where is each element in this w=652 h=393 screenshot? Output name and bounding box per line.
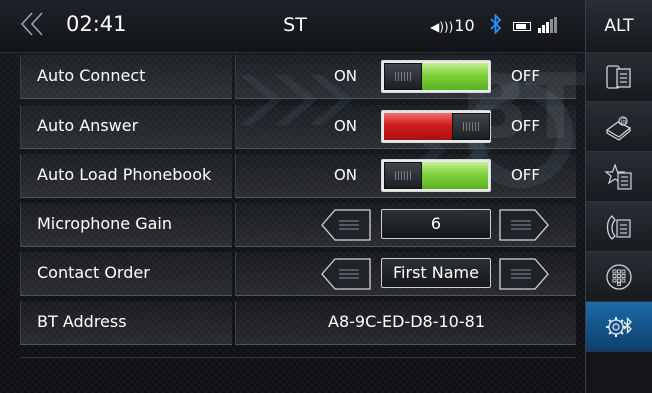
label-cell: BT Address — [20, 301, 232, 345]
label-cell: Auto Connect — [20, 55, 232, 99]
svg-text:@: @ — [621, 118, 628, 126]
sidebar-item-address-book[interactable]: @ — [586, 102, 652, 152]
label-cell: Auto Answer — [20, 105, 232, 149]
clock: 02:41 — [66, 12, 127, 36]
setting-label: Auto Load Phonebook — [37, 165, 212, 184]
off-label: OFF — [511, 117, 541, 135]
setting-label: Microphone Gain — [37, 214, 173, 233]
address-book-icon: @ — [605, 116, 632, 141]
mic-gain-increase-button[interactable] — [499, 208, 549, 242]
value-cell: A8-9C-ED-D8-10-81 — [235, 301, 576, 345]
off-label: OFF — [511, 166, 541, 184]
value-cell: ON OFF — [235, 105, 576, 149]
setting-row-auto-connect: Auto Connect ON OFF — [20, 55, 576, 99]
value-cell: ON OFF — [235, 55, 576, 99]
auto-answer-toggle[interactable] — [381, 110, 491, 143]
label-cell: Auto Load Phonebook — [20, 154, 232, 198]
divider — [20, 357, 576, 358]
auto-load-phonebook-toggle[interactable] — [381, 159, 491, 192]
alt-button[interactable]: ALT — [585, 0, 652, 52]
bluetooth-icon — [490, 14, 502, 34]
audio-source: ST — [283, 14, 307, 36]
status-bar: 02:41 ST ◀)))10 — [0, 0, 585, 53]
phone-list-icon — [606, 65, 631, 89]
setting-row-auto-answer: Auto Answer ON OFF — [20, 105, 576, 149]
setting-label: Auto Connect — [37, 66, 146, 85]
setting-label: Contact Order — [37, 263, 150, 282]
favorites-list-icon — [604, 163, 632, 190]
setting-row-contact-order: Contact Order First Name — [20, 252, 576, 296]
value-cell: First Name — [235, 252, 576, 296]
on-label: ON — [334, 117, 358, 135]
sidebar-item-call-history[interactable] — [586, 202, 652, 252]
bluetooth-settings-screen: 02:41 ST ◀)))10 ALT @ Auto Connect ON OF… — [0, 0, 652, 393]
toggle-knob[interactable] — [452, 113, 490, 140]
speaker-icon: ◀))) — [430, 20, 454, 34]
setting-row-auto-load-phonebook: Auto Load Phonebook ON OFF — [20, 154, 576, 198]
toggle-fill — [422, 63, 488, 90]
setting-row-microphone-gain: Microphone Gain 6 — [20, 203, 576, 247]
sidebar-item-favorites[interactable] — [586, 152, 652, 202]
dial-pad-icon — [606, 264, 632, 290]
setting-label: Auto Answer — [37, 116, 139, 135]
volume-indicator: ◀)))10 — [430, 16, 475, 35]
auto-connect-toggle[interactable] — [381, 60, 491, 93]
mic-gain-value: 6 — [381, 209, 491, 239]
value-cell: 6 — [235, 203, 576, 247]
setting-label: BT Address — [37, 312, 127, 331]
toggle-knob[interactable] — [384, 63, 422, 90]
on-label: ON — [334, 67, 358, 85]
double-chevron-left-icon — [20, 12, 43, 36]
volume-level: 10 — [454, 16, 475, 35]
contact-order-next-button[interactable] — [499, 257, 549, 291]
toggle-fill — [422, 162, 488, 189]
label-cell: Contact Order — [20, 252, 232, 296]
toggle-knob[interactable] — [384, 162, 422, 189]
signal-bars-icon — [538, 17, 558, 33]
contact-order-value: First Name — [381, 258, 491, 288]
setting-row-bt-address: BT Address A8-9C-ED-D8-10-81 — [20, 301, 576, 345]
label-cell: Microphone Gain — [20, 203, 232, 247]
toggle-fill — [384, 113, 452, 140]
sidebar-item-dial-pad[interactable] — [586, 252, 652, 302]
sidebar-item-phone-list[interactable] — [586, 52, 652, 102]
off-label: OFF — [511, 67, 541, 85]
contact-order-prev-button[interactable] — [321, 257, 371, 291]
bt-address-value: A8-9C-ED-D8-10-81 — [328, 312, 485, 331]
mic-gain-decrease-button[interactable] — [321, 208, 371, 242]
sidebar-item-bluetooth-settings[interactable] — [586, 302, 652, 352]
on-label: ON — [334, 166, 358, 184]
call-history-icon — [606, 215, 631, 240]
battery-icon — [513, 22, 531, 31]
back-button[interactable] — [18, 9, 48, 41]
sidebar: @ — [585, 52, 652, 393]
bluetooth-settings-icon — [606, 316, 632, 337]
value-cell: ON OFF — [235, 154, 576, 198]
